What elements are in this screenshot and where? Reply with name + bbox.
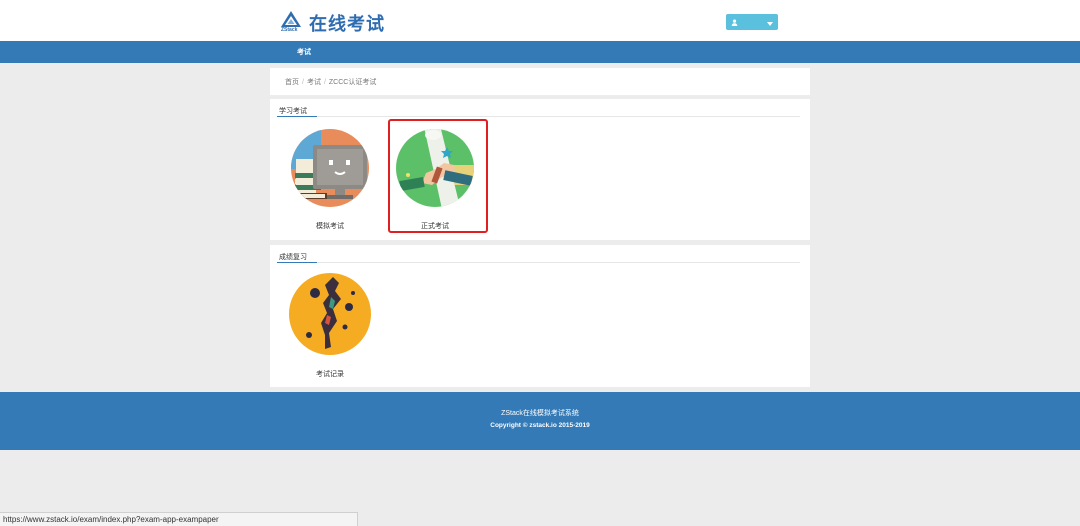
study-exam-section: 学习考试 模拟考试 正式考试: [270, 99, 810, 240]
page-footer: ZStack在线模拟考试系统 Copyright © zstack.io 201…: [0, 392, 1080, 450]
footer-copyright: Copyright © zstack.io 2015-2019: [490, 422, 590, 429]
section-divider: [317, 116, 800, 117]
breadcrumb-panel: 首页 / 考试 / ZCCC认证考试: [270, 68, 810, 95]
browser-status-url: https://www.zstack.io/exam/index.php?exa…: [0, 512, 358, 526]
main-navbar: 考试: [0, 41, 1080, 63]
breadcrumb-separator: /: [302, 79, 304, 86]
breadcrumb-exam[interactable]: 考试: [307, 79, 321, 86]
exam-record-tile[interactable]: 考试记录: [280, 273, 380, 379]
breadcrumb-home[interactable]: 首页: [285, 79, 299, 86]
breadcrumb-current: ZCCC认证考试: [328, 79, 377, 86]
nav-item-exam[interactable]: 考试: [297, 47, 311, 57]
highlight-box: [388, 119, 488, 233]
site-title[interactable]: 在线考试: [309, 10, 385, 36]
user-icon: [731, 13, 738, 31]
footer-system-name: ZStack在线模拟考试系统: [501, 410, 579, 417]
mock-exam-tile[interactable]: 模拟考试: [280, 129, 380, 233]
breadcrumb-separator: /: [323, 79, 326, 86]
logo-text: ZStack: [281, 27, 298, 33]
caret-down-icon: [767, 13, 773, 31]
tile-label[interactable]: 模拟考试: [280, 221, 380, 231]
section-title-underline: [277, 116, 317, 117]
top-header: ZStack 在线考试: [0, 0, 1080, 41]
user-menu-button[interactable]: [726, 14, 778, 30]
tile-label[interactable]: 考试记录: [280, 369, 380, 379]
section-title: 学习考试: [279, 108, 307, 115]
section-title-underline: [277, 262, 317, 263]
computer-screen-illustration-icon[interactable]: [291, 129, 369, 207]
breadcrumb: 首页 / 考试 / ZCCC认证考试: [285, 77, 376, 87]
section-title: 成绩复习: [279, 254, 307, 261]
section-divider: [317, 262, 800, 263]
score-review-section: 成绩复习 考试记录: [270, 245, 810, 387]
abstract-record-illustration-icon[interactable]: [289, 273, 371, 355]
